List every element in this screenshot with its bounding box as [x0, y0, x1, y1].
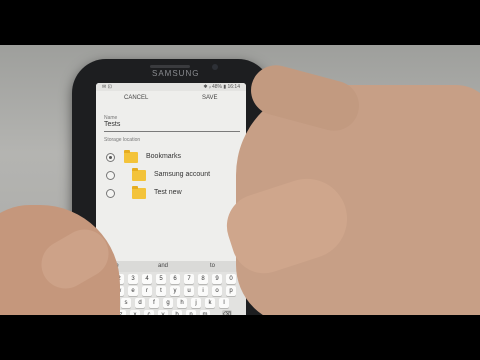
key[interactable]: j	[191, 298, 201, 308]
location-option-test-new[interactable]: Test new	[96, 185, 246, 201]
phone-speaker	[150, 65, 190, 68]
letterbox-top	[0, 0, 480, 45]
phone-brand: SAMSUNG	[152, 69, 200, 78]
key[interactable]: 6	[170, 274, 180, 284]
suggestion-item[interactable]: and	[158, 263, 168, 269]
dialog-actions: CANCEL SAVE	[96, 93, 246, 107]
status-bar: ✉ ⊡ ✱ ᵢₗ 48% ▮ 16:14	[96, 83, 246, 91]
key[interactable]: 9	[212, 274, 222, 284]
key[interactable]: 3	[128, 274, 138, 284]
folder-icon	[132, 186, 146, 199]
key[interactable]: p	[226, 286, 236, 296]
key[interactable]: d	[135, 298, 145, 308]
cancel-button[interactable]: CANCEL	[124, 95, 148, 101]
key[interactable]: l	[219, 298, 229, 308]
radio-unselected[interactable]	[106, 189, 115, 198]
save-button[interactable]: SAVE	[202, 95, 218, 101]
key[interactable]: k	[205, 298, 215, 308]
key[interactable]: y	[170, 286, 180, 296]
key[interactable]: g	[163, 298, 173, 308]
folder-icon	[124, 150, 138, 163]
key[interactable]: h	[177, 298, 187, 308]
key[interactable]: 0	[226, 274, 236, 284]
location-label: Bookmarks	[146, 153, 182, 160]
status-right: ✱ ᵢₗ 48% ▮ 16:14	[203, 84, 240, 90]
key[interactable]: s	[121, 298, 131, 308]
folder-icon	[132, 168, 146, 181]
key[interactable]: i	[198, 286, 208, 296]
location-label: Samsung account	[154, 171, 211, 178]
photo: SAMSUNG ✉ ⊡ ✱ ᵢₗ 48% ▮ 16:14 CANCEL SAVE…	[0, 45, 480, 315]
key[interactable]: t	[156, 286, 166, 296]
key[interactable]: 7	[184, 274, 194, 284]
key[interactable]: f	[149, 298, 159, 308]
key[interactable]: e	[128, 286, 138, 296]
status-left: ✉ ⊡	[102, 84, 112, 90]
key[interactable]: o	[212, 286, 222, 296]
key[interactable]: u	[184, 286, 194, 296]
key[interactable]: 5	[156, 274, 166, 284]
suggestion-item[interactable]: to	[210, 263, 215, 269]
key[interactable]: 4	[142, 274, 152, 284]
name-input[interactable]: Tests	[104, 121, 240, 132]
key[interactable]: r	[142, 286, 152, 296]
storage-location-label: Storage location	[104, 137, 141, 143]
key[interactable]: 8	[198, 274, 208, 284]
location-option-samsung-account[interactable]: Samsung account	[96, 167, 246, 183]
phone-camera	[212, 64, 218, 70]
letterbox-bottom	[0, 315, 480, 360]
radio-selected[interactable]	[106, 153, 115, 162]
location-option-bookmarks[interactable]: Bookmarks	[96, 149, 246, 165]
location-label: Test new	[154, 189, 182, 196]
radio-unselected[interactable]	[106, 171, 115, 180]
